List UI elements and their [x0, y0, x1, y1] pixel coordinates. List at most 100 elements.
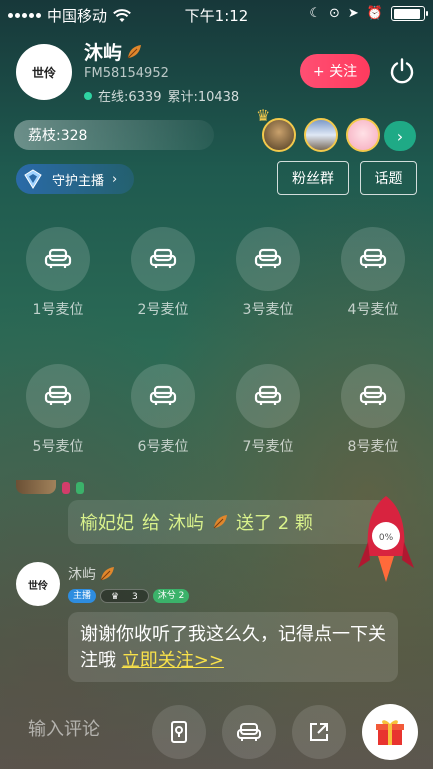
message-author[interactable]: 沐屿 [68, 564, 96, 584]
alarm-icon: ⏰ [366, 6, 383, 21]
host-name-row: 沐屿 [84, 38, 142, 65]
guard-shield-icon [24, 169, 42, 189]
mic-seat[interactable]: 5号麦位 [25, 364, 91, 456]
sofa-icon [149, 385, 177, 405]
seat-label: 5号麦位 [32, 439, 84, 455]
rotation-lock-icon: ⊙ [329, 6, 340, 21]
leaf-icon [100, 567, 114, 581]
seat-label: 1号麦位 [32, 302, 84, 318]
user-avatar [16, 480, 56, 494]
sofa-icon [44, 385, 72, 405]
seat-label: 7号麦位 [242, 439, 294, 455]
status-bar: 中国移动 下午1:12 ☾ ⊙ ➤ ⏰ [0, 0, 433, 30]
fans-group-button[interactable]: 粉丝群 [277, 161, 349, 195]
host-badge: 主播 [68, 589, 97, 603]
guard-host-button[interactable]: 守护主播 › [16, 164, 134, 194]
sofa-icon [254, 248, 282, 268]
top-fan-avatar[interactable] [346, 118, 380, 152]
follow-now-link[interactable]: 立即关注>> [122, 650, 224, 671]
seat-circle[interactable] [236, 364, 300, 428]
gift-sender[interactable]: 榆妃妃 [80, 509, 134, 535]
sofa-icon [359, 385, 387, 405]
gift-action: 送了 2 颗 [236, 513, 313, 534]
host-id: FM58154952 [84, 66, 169, 81]
location-icon: ➤ [347, 6, 359, 21]
seat-label: 3号麦位 [242, 302, 294, 318]
mic-request-icon [171, 721, 187, 743]
gift-box-icon [376, 720, 404, 745]
mic-seat[interactable]: 8号麦位 [340, 364, 406, 456]
sofa-icon [237, 723, 261, 741]
gift-message: 榆妃妃 给 沐屿 送了 2 颗 [68, 500, 388, 544]
crown-icon: ♛ [111, 592, 120, 602]
sofa-icon [359, 248, 387, 268]
seat-circle[interactable] [341, 364, 405, 428]
top-fan-avatar[interactable] [262, 118, 296, 152]
lychee-count-bar[interactable]: 荔枝:328 [14, 120, 214, 150]
gift-button[interactable] [362, 704, 418, 760]
lychee-count: 荔枝:328 [28, 128, 88, 144]
bottom-bar [0, 700, 433, 769]
message-avatar[interactable]: 世伶 [16, 562, 60, 606]
fan-badge [76, 482, 84, 494]
seat-circle[interactable] [26, 364, 90, 428]
total-count: 累计:10438 [167, 90, 240, 105]
host-stats: 在线:6339 累计:10438 [84, 86, 239, 105]
fans-group-label: 粉丝群 [292, 171, 334, 187]
seat-circle[interactable] [131, 227, 195, 291]
seat-circle[interactable] [131, 364, 195, 428]
host-name: 沐屿 [84, 42, 123, 64]
battery-icon [391, 6, 428, 21]
seat-label: 8号麦位 [347, 439, 399, 455]
topic-button[interactable]: 话题 [360, 161, 417, 195]
follow-button[interactable]: + 关注 [300, 54, 370, 88]
status-right: ☾ ⊙ ➤ ⏰ [309, 6, 428, 21]
more-fans-button[interactable]: › [384, 121, 416, 151]
mic-seat[interactable]: 4号麦位 [340, 227, 406, 319]
comment-input[interactable] [28, 719, 138, 740]
mic-seat[interactable]: 1号麦位 [25, 227, 91, 319]
message-author-row: 沐屿 [68, 564, 115, 584]
gift-verb: 给 [142, 513, 160, 534]
leaf-icon [213, 515, 227, 529]
seat-circle[interactable] [26, 227, 90, 291]
message-bubble: 谢谢你收听了我这么久，记得点一下关注哦 立即关注>> [68, 612, 398, 682]
fan-badge [62, 482, 70, 494]
fan-badge: 沐兮 2 [152, 589, 190, 603]
chevron-right-icon: › [112, 171, 118, 187]
top-fan-avatar[interactable] [304, 118, 338, 152]
mic-seat[interactable]: 6号麦位 [130, 364, 196, 456]
level-value: 3 [131, 592, 138, 602]
mic-seat[interactable]: 3号麦位 [235, 227, 301, 319]
seat-circle[interactable] [236, 227, 300, 291]
message-badges: 主播 ♛ 3 沐兮 2 [68, 589, 190, 603]
power-icon[interactable] [388, 57, 416, 85]
topic-label: 话题 [374, 171, 403, 187]
top-fans-list [262, 118, 380, 152]
seat-button[interactable] [222, 705, 276, 759]
mic-seat[interactable]: 7号麦位 [235, 364, 301, 456]
seat-label: 2号麦位 [137, 302, 189, 318]
mic-seat[interactable]: 2号麦位 [130, 227, 196, 319]
guard-host-label: 守护主播 [52, 173, 105, 189]
level-badge: ♛ 3 [100, 589, 149, 603]
moon-icon: ☾ [309, 6, 321, 21]
chat-previous-message [16, 480, 166, 494]
online-count: 在线:6339 [98, 90, 162, 105]
rocket-progress: 0% [379, 533, 394, 543]
rocket-icon[interactable]: 0% [356, 494, 416, 588]
leaf-icon [127, 44, 142, 58]
mic-request-button[interactable] [152, 705, 206, 759]
host-avatar[interactable]: 世伶 [16, 44, 72, 100]
online-dot-icon [84, 91, 92, 100]
chevron-right-icon: › [396, 126, 404, 146]
seat-label: 4号麦位 [347, 302, 399, 318]
sofa-icon [44, 248, 72, 268]
follow-label: + 关注 [312, 64, 358, 80]
share-icon [310, 723, 328, 741]
seat-circle[interactable] [341, 227, 405, 291]
sofa-icon [149, 248, 177, 268]
gift-receiver: 沐屿 [168, 513, 204, 534]
share-button[interactable] [292, 705, 346, 759]
seat-label: 6号麦位 [137, 439, 189, 455]
